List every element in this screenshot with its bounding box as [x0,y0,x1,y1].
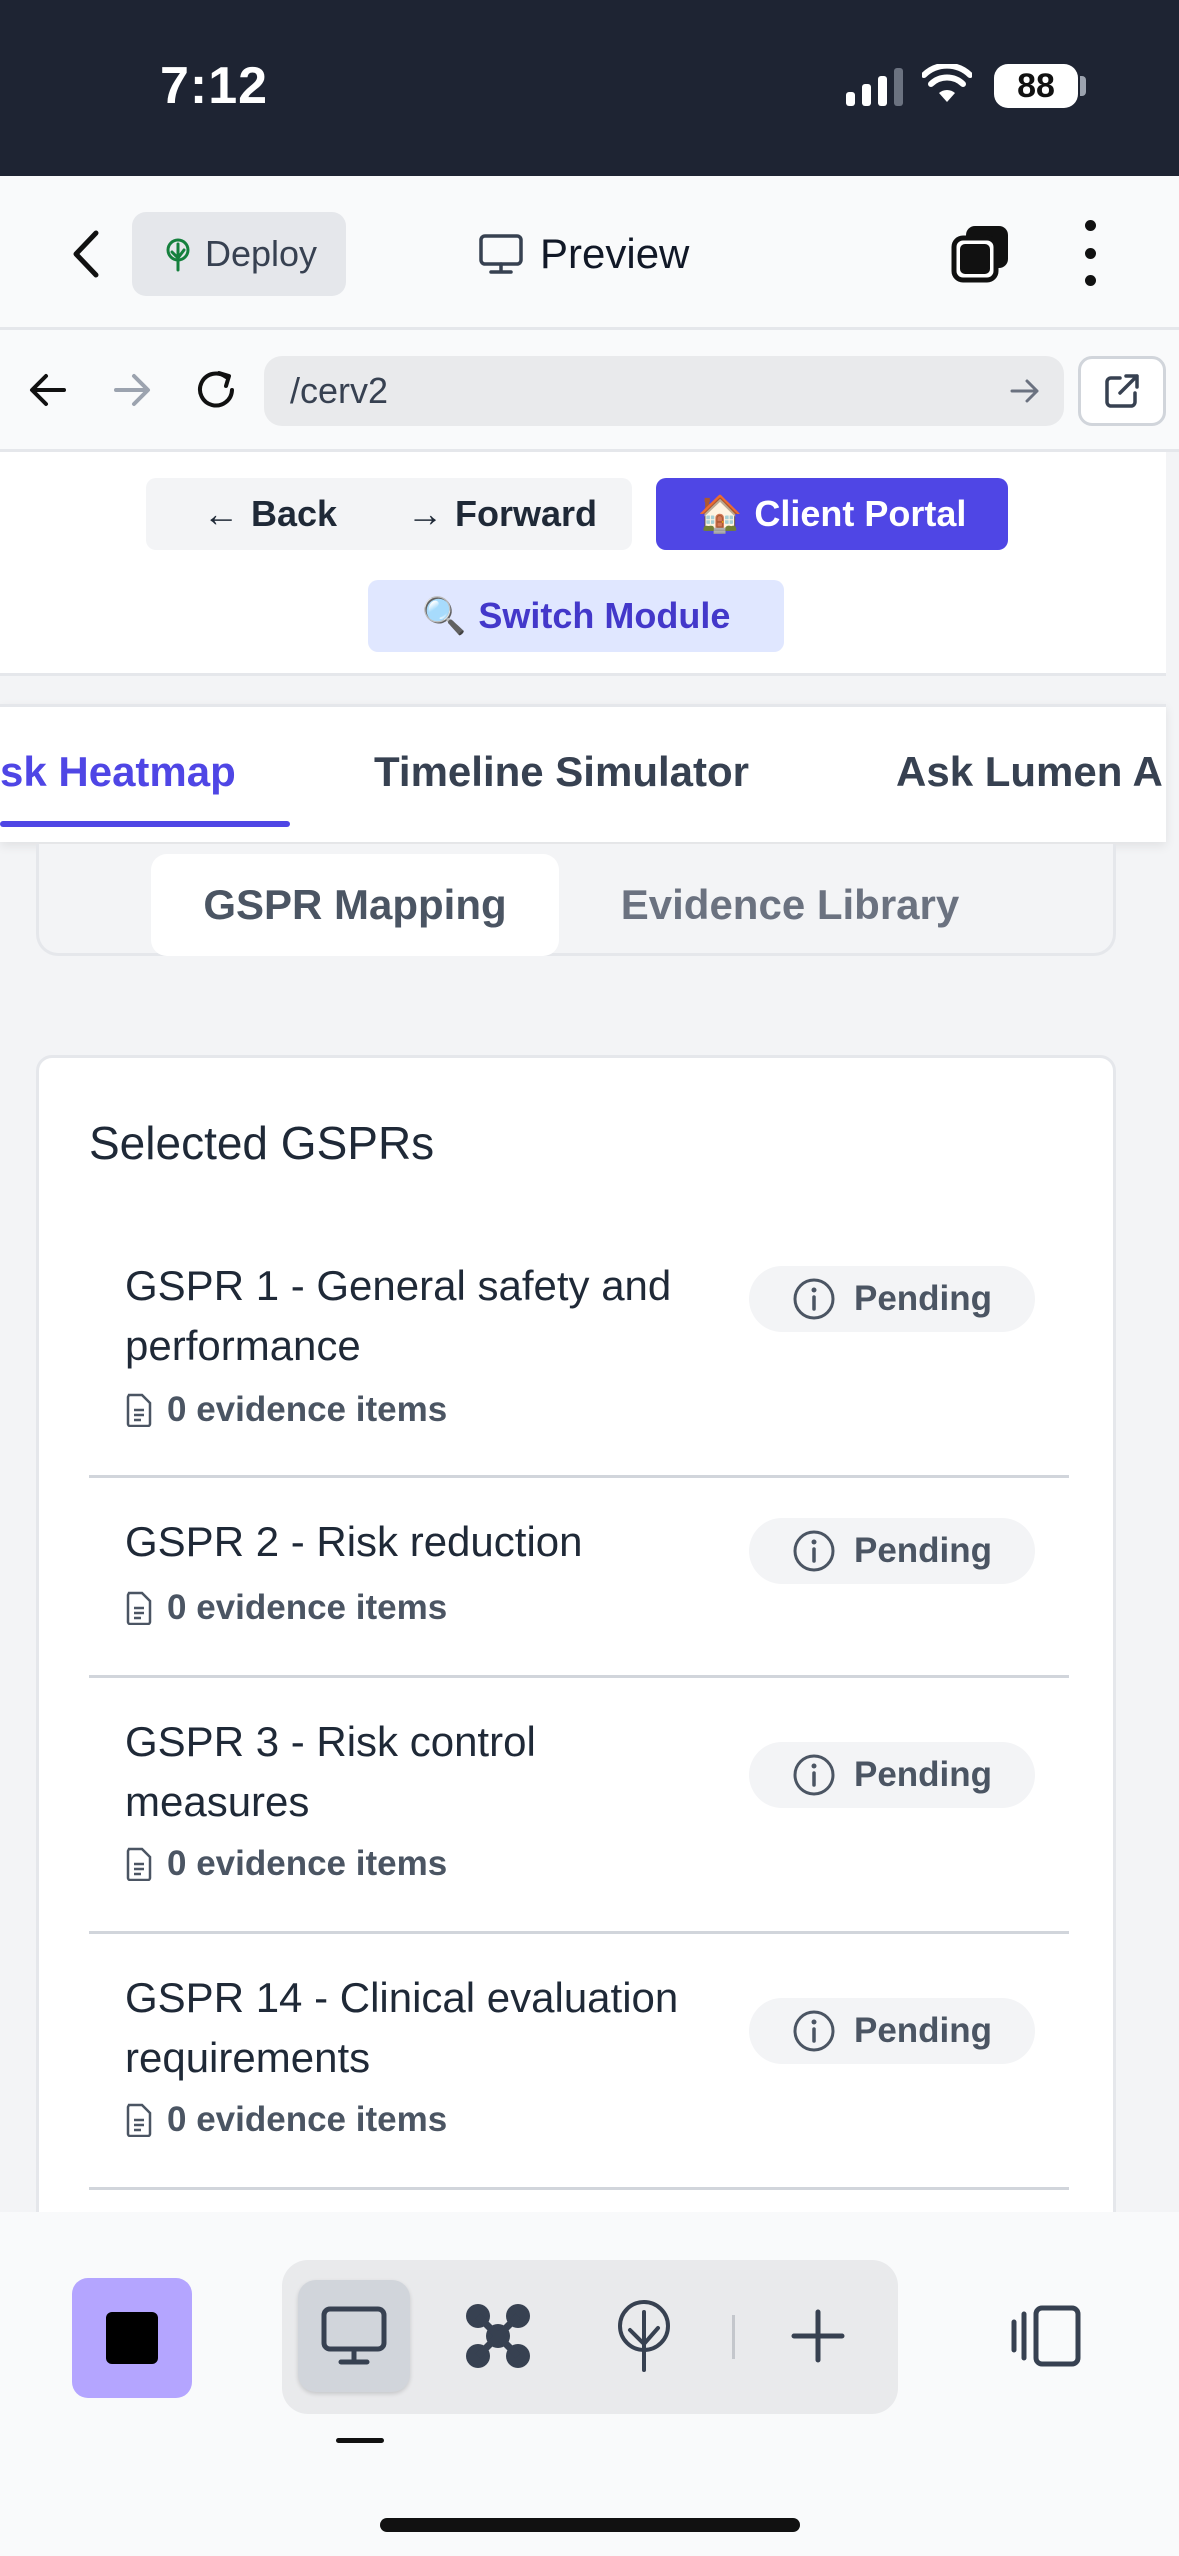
deploy-tool-button[interactable] [588,2280,700,2392]
document-icon [126,1847,152,1881]
deploy-label: Deploy [204,233,318,274]
browser-back-icon[interactable] [20,360,76,420]
switch-module-button[interactable]: 🔍 Switch Module [368,580,784,652]
gspr-row[interactable]: GSPR 3 - Risk control measures 0 evidenc… [89,1678,1069,1934]
plus-icon [791,2309,845,2363]
view-segmented-control: GSPR Mapping Evidence Library [36,844,1116,956]
gspr-name: GSPR 3 - Risk control measures [125,1718,536,1825]
module-tabs: sk Heatmap Timeline Simulator Ask Lumen … [0,704,1166,842]
gspr-row[interactable]: GSPR 2 - Risk reduction 0 evidence items… [89,1478,1069,1678]
gspr-name: GSPR 14 - Clinical evaluation requiremen… [125,1974,679,2081]
tree-icon [618,2300,670,2372]
gspr-row[interactable]: GSPR 1 - General safety and performance … [89,1216,1069,1478]
active-tab-indicator [0,821,290,827]
selected-gsprs-card: Selected GSPRs GSPR 1 - General safety a… [36,1055,1116,2212]
external-link-icon [1105,374,1139,408]
layers-icon[interactable] [950,222,1012,284]
magnifier-icon: 🔍 [421,595,467,636]
stop-button[interactable] [72,2278,192,2398]
arrow-left-icon: ← [202,493,239,534]
tab-timeline-simulator[interactable]: Timeline Simulator [374,707,749,837]
document-icon [126,2103,152,2137]
info-icon [793,2010,835,2052]
app-header: Deploy Preview [0,176,1179,330]
gspr-row[interactable]: GSPR 14 - Clinical evaluation requiremen… [89,1934,1069,2190]
segment-gspr-mapping[interactable]: GSPR Mapping [151,854,559,956]
kebab-icon[interactable] [1070,220,1110,286]
status-badge: Pending [749,1998,1035,2064]
status-badge: Pending [749,1266,1035,1332]
battery-indicator: 88 [994,64,1078,108]
gspr-name: GSPR 1 - General safety and performance [125,1262,672,1369]
document-icon [126,1393,152,1427]
bottom-toolbar [0,2212,1179,2556]
toolbar-separator [732,2315,735,2359]
evidence-count: 0 evidence items [125,1844,447,1884]
module-nav-panel: ← Back → Forward 🏠 Client Portal 🔍 Switc… [0,452,1166,676]
url-text: /cerv2 [290,370,389,411]
forward-button[interactable]: → Forward [372,478,632,550]
status-bar: 7:12 88 [0,0,1179,176]
info-icon [793,1278,835,1320]
card-title: Selected GSPRs [89,1117,435,1169]
stop-icon [106,2312,158,2364]
url-bar: /cerv2 [0,330,1179,452]
back-button[interactable]: ← Back [146,478,394,550]
segment-evidence-library[interactable]: Evidence Library [575,854,1005,956]
desktop-view-button[interactable] [298,2280,410,2392]
molecule-icon [466,2304,530,2368]
signal-icon [846,68,903,106]
chevron-left-icon[interactable] [60,226,110,282]
status-badge: Pending [749,1742,1035,1808]
home-indicator[interactable] [380,2518,800,2532]
monitor-icon [479,234,523,274]
view-switcher [282,2260,898,2414]
info-icon [793,1530,835,1572]
browser-forward-icon[interactable] [104,360,160,420]
wifi-icon [922,64,972,102]
evidence-count: 0 evidence items [125,2100,447,2140]
tab-ask-lumen[interactable]: Ask Lumen A [896,707,1163,837]
evidence-count: 0 evidence items [125,1390,447,1430]
battery-tip [1080,76,1086,96]
info-icon [793,1754,835,1796]
status-time: 7:12 [160,57,269,115]
client-portal-button[interactable]: 🏠 Client Portal [656,478,1008,550]
add-button[interactable] [762,2280,874,2392]
gspr-name: GSPR 2 - Risk reduction [125,1518,583,1565]
evidence-count: 0 evidence items [125,1588,447,1628]
status-badge: Pending [749,1518,1035,1584]
go-arrow-icon[interactable] [1008,371,1042,411]
document-icon [126,1591,152,1625]
preview-toggle[interactable]: Preview [478,224,689,284]
open-external-button[interactable] [1078,356,1166,426]
tree-icon [166,238,190,272]
monitor-icon [321,2306,387,2365]
web-content: ← Back → Forward 🏠 Client Portal 🔍 Switc… [0,452,1179,2212]
active-view-indicator [336,2438,384,2443]
arrow-right-icon: → [406,493,443,534]
panel-toggle-icon[interactable] [1010,2304,1082,2368]
url-input[interactable]: /cerv2 [264,356,1064,426]
tab-risk-heatmap[interactable]: sk Heatmap [0,707,236,837]
preview-label: Preview [540,230,690,277]
house-icon: 🏠 [697,493,743,534]
deploy-button[interactable]: Deploy [132,212,346,296]
reload-icon[interactable] [188,360,244,420]
integrations-button[interactable] [442,2280,554,2392]
